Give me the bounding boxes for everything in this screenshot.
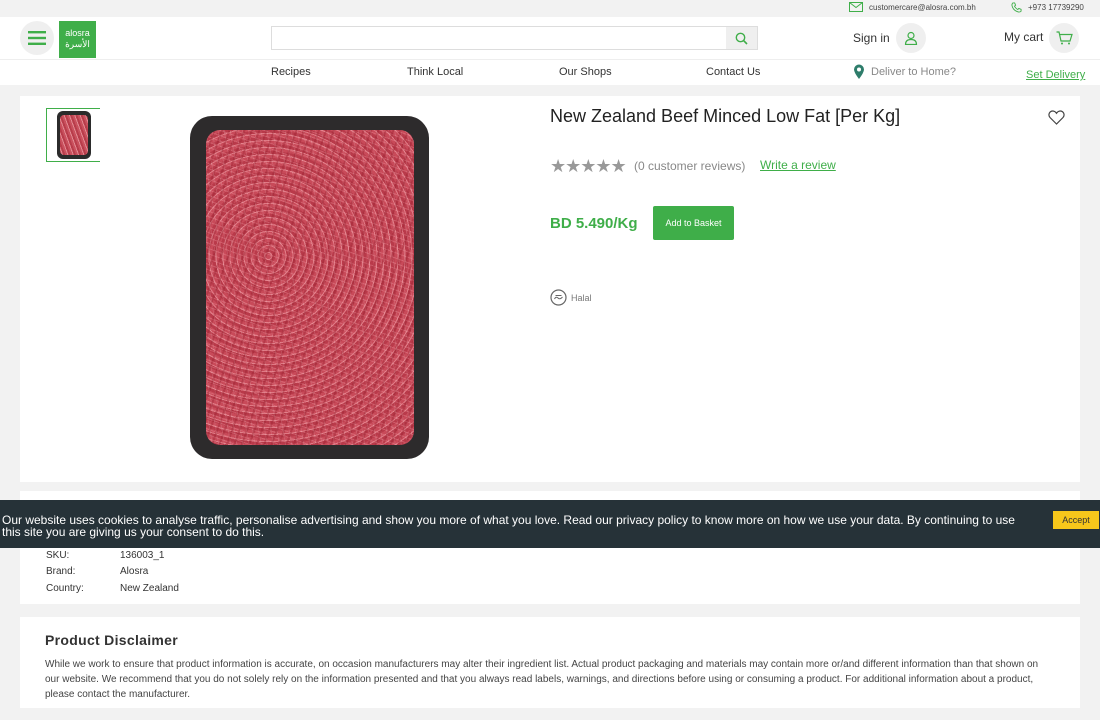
detail-value: 136003_1	[120, 550, 165, 561]
cart-icon	[1056, 31, 1073, 45]
phone-contact[interactable]: +973 17739290	[1011, 2, 1084, 13]
detail-row-sku: SKU: 136003_1	[46, 550, 165, 561]
add-to-basket-button[interactable]: Add to Basket	[653, 206, 734, 240]
menu-button[interactable]	[20, 21, 54, 55]
logo-text-ar: الأسرة	[65, 39, 90, 49]
rating-stars: ★★★★★	[550, 156, 627, 176]
email-text: customercare@alosra.com.bh	[869, 2, 976, 12]
detail-key: Country:	[46, 583, 84, 594]
deliver-label: Deliver to Home?	[871, 66, 956, 78]
detail-row-country: Country: New Zealand	[46, 583, 179, 594]
search-icon	[735, 32, 748, 45]
product-disclaimer: Product Disclaimer While we work to ensu…	[20, 617, 1080, 708]
heart-icon	[1048, 110, 1065, 125]
detail-value: New Zealand	[120, 583, 179, 594]
search-input[interactable]	[272, 27, 727, 49]
product-title: New Zealand Beef Minced Low Fat [Per Kg]	[550, 106, 901, 126]
phone-icon	[1011, 2, 1022, 13]
phone-text: +973 17739290	[1028, 3, 1084, 12]
disclaimer-text: While we work to ensure that product inf…	[45, 659, 1039, 700]
accept-cookies-button[interactable]: Accept	[1053, 511, 1099, 529]
detail-key: SKU:	[46, 550, 70, 561]
hamburger-icon	[28, 31, 46, 45]
account-button[interactable]	[896, 23, 926, 53]
cookie-banner: Our website uses cookies to analyse traf…	[0, 500, 1100, 548]
cookie-text: Our website uses cookies to analyse traf…	[2, 513, 1015, 539]
disclaimer-title: Product Disclaimer	[45, 632, 178, 648]
user-icon	[904, 31, 918, 45]
my-cart-link[interactable]: My cart	[1004, 30, 1043, 44]
product-thumbnail[interactable]	[46, 108, 100, 162]
write-review-link[interactable]: Write a review	[760, 158, 836, 172]
halal-icon	[550, 289, 567, 306]
logo-text-en: alosra	[65, 28, 90, 38]
cart-button[interactable]	[1049, 23, 1079, 53]
location-pin-icon	[854, 64, 864, 79]
header: alosra الأسرة Sign in My cart	[0, 17, 1100, 59]
detail-key: Brand:	[46, 566, 76, 577]
top-utility-bar: customercare@alosra.com.bh +973 17739290	[0, 0, 1100, 17]
minced-beef-image	[205, 130, 414, 445]
wishlist-button[interactable]	[1048, 110, 1065, 130]
email-contact[interactable]: customercare@alosra.com.bh	[849, 2, 976, 12]
deliver-to-home[interactable]: Deliver to Home?	[853, 64, 956, 80]
nav-item-contact-us[interactable]: Contact Us	[706, 66, 760, 78]
set-delivery-link[interactable]: Set Delivery	[1026, 69, 1085, 81]
nav-item-our-shops[interactable]: Our Shops	[559, 66, 612, 78]
product-main-image	[190, 116, 429, 459]
mail-icon	[849, 2, 863, 12]
detail-row-brand: Brand: Alosra	[46, 566, 148, 577]
product-card: New Zealand Beef Minced Low Fat [Per Kg]…	[20, 96, 1080, 482]
nav-item-think-local[interactable]: Think Local	[407, 66, 463, 78]
search-bar	[271, 26, 758, 50]
main-nav: Recipes Think Local Our Shops Contact Us…	[0, 59, 1100, 85]
review-count: (0 customer reviews)	[634, 159, 746, 173]
search-button[interactable]	[726, 27, 757, 49]
halal-badge: Halal	[550, 289, 592, 306]
sign-in-link[interactable]: Sign in	[853, 31, 890, 45]
thumbnail-tray-image	[56, 111, 91, 159]
thumbnail-meat-image	[59, 115, 88, 155]
halal-label: Halal	[571, 292, 592, 303]
product-price: BD 5.490/Kg	[550, 215, 638, 232]
nav-item-recipes[interactable]: Recipes	[271, 66, 311, 78]
alosra-logo[interactable]: alosra الأسرة	[59, 21, 96, 58]
detail-value: Alosra	[120, 566, 149, 577]
